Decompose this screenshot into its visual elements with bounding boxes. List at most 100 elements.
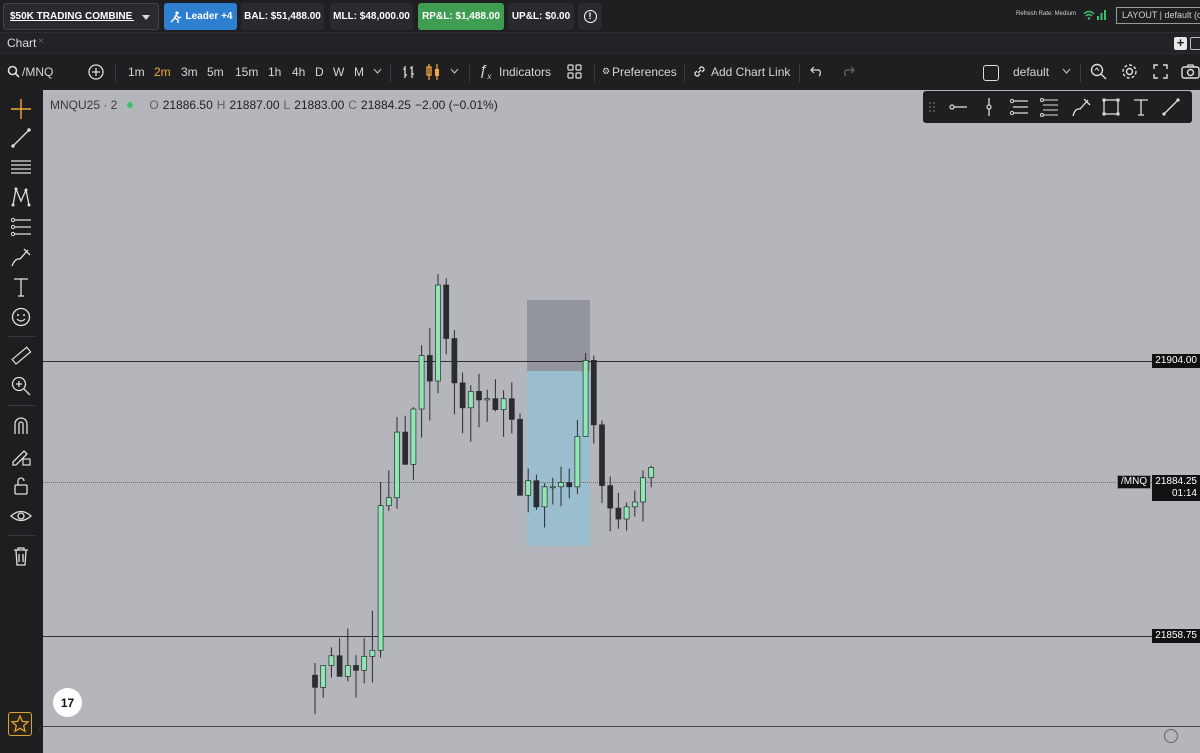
- chevron-down-icon[interactable]: [1062, 68, 1071, 74]
- trendline-icon[interactable]: [1161, 97, 1181, 117]
- candle-body: [607, 485, 614, 509]
- pattern-icon[interactable]: [10, 186, 32, 208]
- candle-body: [385, 497, 392, 506]
- fib-retracement-icon[interactable]: [1009, 97, 1029, 117]
- drag-handle-icon[interactable]: [926, 97, 938, 117]
- link-icon: [694, 66, 705, 77]
- layout-name[interactable]: default: [1013, 65, 1049, 79]
- magnet-icon[interactable]: [10, 415, 32, 437]
- brush-icon[interactable]: [10, 246, 32, 268]
- add-chart-link-button[interactable]: Add Chart Link: [711, 65, 790, 79]
- candle-body: [459, 382, 466, 409]
- divider: [594, 64, 595, 82]
- divider: [799, 64, 800, 82]
- chevron-down-icon[interactable]: [373, 68, 382, 74]
- price-label-upper: 21904.00: [1152, 354, 1200, 368]
- text-tool-icon[interactable]: [1131, 97, 1151, 117]
- interval-1m[interactable]: 1m: [128, 65, 145, 79]
- emoji-icon[interactable]: [10, 306, 32, 328]
- trash-icon[interactable]: [10, 545, 32, 567]
- horizontal-ray-icon[interactable]: [948, 97, 968, 117]
- eye-icon[interactable]: [10, 505, 32, 527]
- templates-icon[interactable]: [567, 64, 582, 79]
- tradingview-logo: 17: [53, 688, 82, 717]
- fx-icon: ƒx: [479, 62, 492, 81]
- ruler-icon[interactable]: [10, 345, 32, 367]
- candle-body: [525, 480, 532, 496]
- floating-drawing-toolbar: [923, 91, 1192, 123]
- brush-icon[interactable]: [1071, 97, 1091, 117]
- candle-body: [541, 486, 548, 508]
- account-name: $50K TRADING COMBINE | 5...: [10, 11, 134, 22]
- candle-body: [476, 391, 482, 401]
- divider: [8, 336, 35, 337]
- fib-extension-icon[interactable]: [1039, 97, 1059, 117]
- candle-body: [517, 418, 523, 496]
- interval-2m[interactable]: 2m: [154, 65, 171, 79]
- scroll-left-icon[interactable]: ‹: [38, 723, 42, 735]
- candles-icon[interactable]: [425, 63, 441, 81]
- interval-15m[interactable]: 15m: [235, 65, 258, 79]
- alert-button[interactable]: !: [578, 3, 602, 30]
- settings-icon[interactable]: [1121, 63, 1138, 80]
- exclamation-icon: !: [583, 10, 597, 23]
- bar-style-icon[interactable]: [401, 64, 417, 80]
- interval-d[interactable]: D: [315, 65, 324, 79]
- bar-countdown: 01:14: [1171, 488, 1197, 499]
- candle-body: [648, 467, 655, 479]
- tab-chart[interactable]: Chart: [7, 36, 36, 50]
- interval-5m[interactable]: 5m: [207, 65, 224, 79]
- text-icon[interactable]: [10, 276, 32, 298]
- lock-pencil-icon[interactable]: [10, 445, 32, 467]
- zoom-in-icon[interactable]: [10, 375, 32, 397]
- layout-square-icon[interactable]: [983, 65, 999, 81]
- indicators-button[interactable]: Indicators: [499, 65, 551, 79]
- candle-body: [508, 398, 515, 420]
- interval-w[interactable]: W: [333, 65, 344, 79]
- candle-body: [500, 398, 507, 410]
- unlock-icon[interactable]: [10, 475, 32, 497]
- interval-m[interactable]: M: [354, 65, 364, 79]
- preferences-button[interactable]: Preferences: [612, 65, 677, 79]
- divider: [8, 405, 35, 406]
- chart-area[interactable]: MNQU25 · 2 O 21886.50 H 21887.00 L 21883.00…: [38, 90, 1200, 753]
- candle-body: [435, 284, 441, 382]
- layout-selector[interactable]: LAYOUT | default (d: [1116, 7, 1200, 24]
- chevron-down-icon[interactable]: [450, 68, 459, 74]
- candle-body: [590, 360, 597, 426]
- interval-3m[interactable]: 3m: [181, 65, 198, 79]
- horizontal-lines-icon[interactable]: [10, 156, 32, 178]
- pane-layout-icon[interactable]: [1190, 37, 1200, 50]
- fullscreen-icon[interactable]: [1153, 64, 1168, 79]
- close-icon[interactable]: ×: [38, 36, 44, 47]
- favorites-button[interactable]: [8, 712, 32, 736]
- chart-toolbar: /MNQ 1m 2m 3m 5m 15m 1h 4h D W M ƒx Indi…: [0, 53, 1200, 90]
- account-selector[interactable]: $50K TRADING COMBINE | 5...: [3, 3, 159, 30]
- balance-label: BAL: $51,488.00: [244, 11, 321, 22]
- candle-body: [394, 431, 400, 499]
- search-icon[interactable]: [7, 65, 20, 78]
- camera-icon[interactable]: [1181, 64, 1200, 79]
- crosshair-icon[interactable]: [10, 98, 32, 120]
- candle-body: [402, 431, 409, 465]
- symbol-search[interactable]: /MNQ: [22, 65, 53, 79]
- candle-body: [328, 655, 335, 666]
- add-symbol-icon[interactable]: [88, 64, 104, 80]
- add-pane-button[interactable]: +: [1174, 36, 1187, 50]
- redo-icon[interactable]: [841, 65, 855, 77]
- gear-icon: ⚙: [602, 66, 611, 76]
- candle-body: [344, 665, 351, 677]
- fib-levels-icon[interactable]: [10, 216, 32, 238]
- candle-body: [320, 665, 327, 688]
- candlestick-series: [312, 274, 655, 715]
- quick-search-icon[interactable]: [1090, 63, 1107, 80]
- trendline-icon[interactable]: [10, 127, 32, 149]
- divider: [390, 64, 391, 82]
- undo-icon[interactable]: [810, 65, 824, 77]
- rectangle-icon[interactable]: [1101, 97, 1121, 117]
- interval-4h[interactable]: 4h: [292, 65, 305, 79]
- vertical-line-icon[interactable]: [979, 97, 999, 117]
- interval-1h[interactable]: 1h: [268, 65, 281, 79]
- chart-settings-icon[interactable]: [1164, 729, 1178, 743]
- leader-button[interactable]: Leader +4: [164, 3, 237, 30]
